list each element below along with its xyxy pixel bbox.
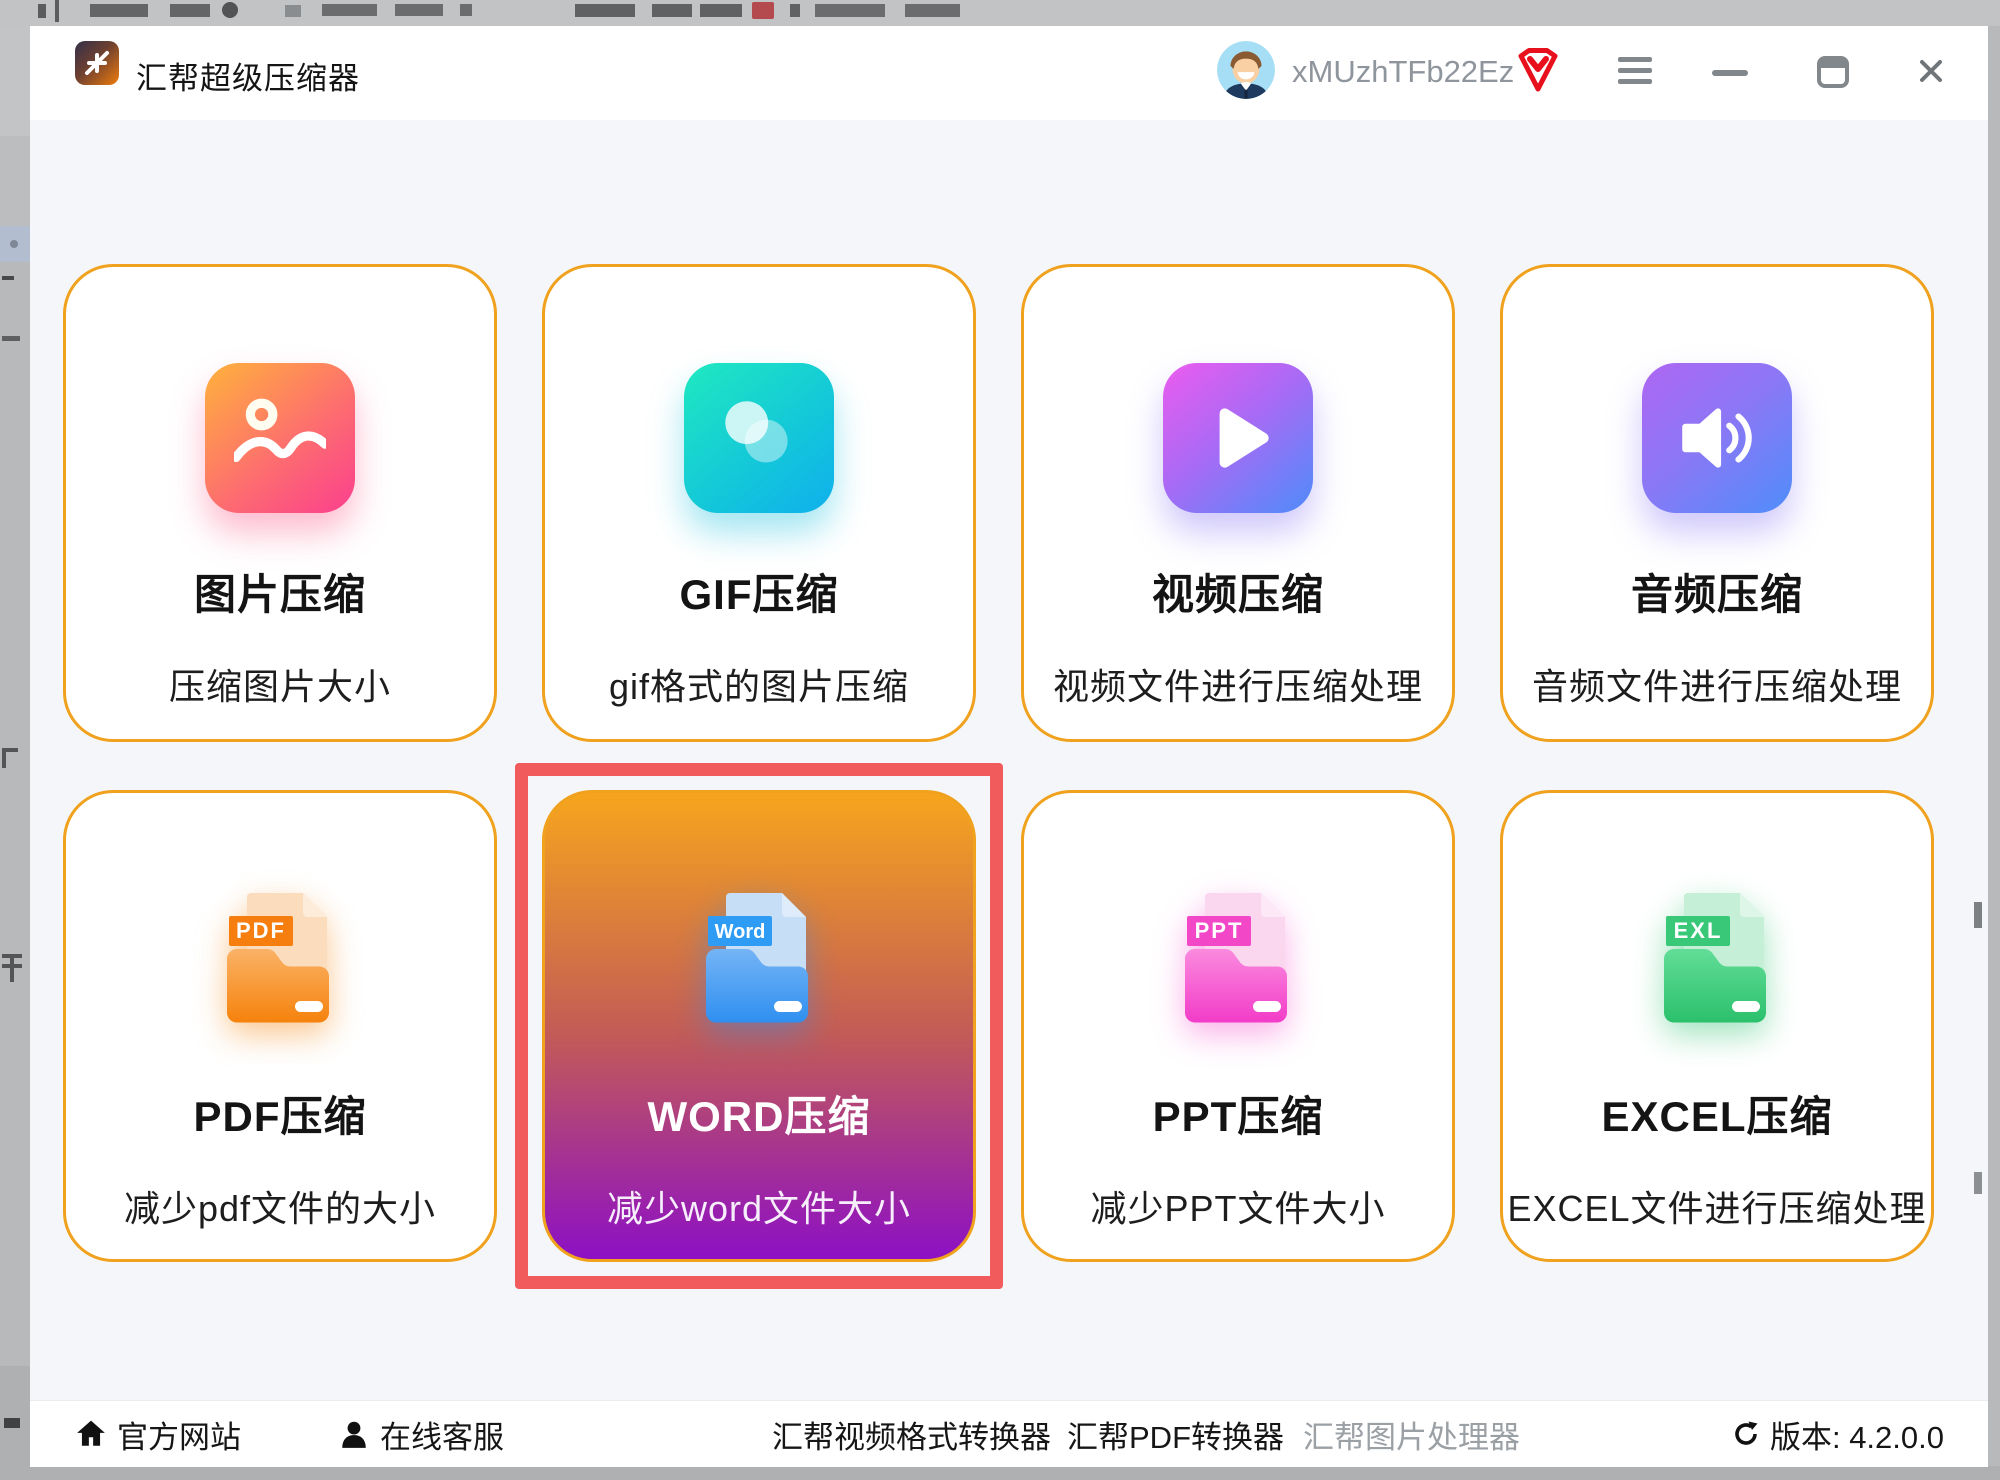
background-window-edge-fragments <box>1972 120 1986 1400</box>
card-cell: 视频压缩 视频文件进行压缩处理 <box>1021 264 1455 742</box>
close-icon[interactable] <box>1914 54 1948 88</box>
video-converter-label: 汇帮视频格式转换器 <box>772 1412 1051 1457</box>
card-cell: EXL EXCEL压缩 EXCEL文件进行压缩处理 <box>1500 790 1934 1262</box>
image-processor-link[interactable]: 汇帮图片处理器 <box>1303 1401 1520 1467</box>
official-website-link[interactable]: 官方网站 <box>75 1401 241 1467</box>
card-cell: 图片压缩 压缩图片大小 <box>63 264 497 742</box>
user-avatar[interactable] <box>1217 41 1275 99</box>
vip-badge-icon[interactable] <box>1514 47 1562 93</box>
audio-speaker-icon <box>1642 363 1792 513</box>
card-subtitle: 减少pdf文件的大小 <box>124 1180 436 1232</box>
card-subtitle: 减少word文件大小 <box>607 1180 911 1232</box>
refresh-icon[interactable] <box>1732 1420 1760 1448</box>
gif-icon <box>684 363 834 513</box>
card-cell: PPT PPT压缩 减少PPT文件大小 <box>1021 790 1455 1262</box>
ppt-folder-icon: PPT <box>1163 885 1313 1035</box>
card-cell: GIF压缩 gif格式的图片压缩 <box>542 264 976 742</box>
maximize-icon[interactable] <box>1816 55 1850 89</box>
card-ppt-compress[interactable]: PPT PPT压缩 减少PPT文件大小 <box>1021 790 1455 1262</box>
folder-badge-label: PDF <box>236 918 286 943</box>
version-info: 版本: 4.2.0.0 <box>1732 1401 1944 1467</box>
background-window-top-sliver <box>0 0 2000 26</box>
footer-bar: 官方网站 在线客服 汇帮视频格式转换器 汇帮PDF转换器 汇帮图片处理器 版本:… <box>30 1400 1988 1467</box>
home-icon <box>75 1418 107 1450</box>
card-subtitle: 压缩图片大小 <box>169 658 391 710</box>
main-content: 图片压缩 压缩图片大小 GIF压缩 gif格式的图片压缩 <box>30 120 1988 1400</box>
excel-folder-icon: EXL <box>1642 885 1792 1035</box>
folder-badge-label: Word <box>715 921 766 943</box>
background-window-left-fragments <box>0 26 30 1480</box>
card-cell: Word WORD压缩 减少word文件大小 <box>542 790 976 1262</box>
card-title: 视频压缩 <box>1152 561 1324 622</box>
pdf-converter-label: 汇帮PDF转换器 <box>1067 1412 1284 1457</box>
card-word-compress[interactable]: Word WORD压缩 减少word文件大小 <box>542 790 976 1262</box>
card-audio-compress[interactable]: 音频压缩 音频文件进行压缩处理 <box>1500 264 1934 742</box>
card-subtitle: EXCEL文件进行压缩处理 <box>1507 1180 1926 1232</box>
video-play-icon <box>1163 363 1313 513</box>
card-pdf-compress[interactable]: PDF PDF压缩 减少pdf文件的大小 <box>63 790 497 1262</box>
card-excel-compress[interactable]: EXL EXCEL压缩 EXCEL文件进行压缩处理 <box>1500 790 1934 1262</box>
card-cell: 音频压缩 音频文件进行压缩处理 <box>1500 264 1934 742</box>
titlebar: 汇帮超级压缩器 xMUzhTFb22Ez <box>30 26 1988 120</box>
background-window-bottom-sliver <box>0 1466 2000 1480</box>
card-title: 图片压缩 <box>194 561 366 622</box>
card-subtitle: 音频文件进行压缩处理 <box>1532 658 1902 710</box>
card-title: GIF压缩 <box>680 561 839 622</box>
card-title: 音频压缩 <box>1631 561 1803 622</box>
card-title: EXCEL压缩 <box>1601 1083 1832 1144</box>
folder-badge-label: EXL <box>1674 918 1723 943</box>
tool-grid: 图片压缩 压缩图片大小 GIF压缩 gif格式的图片压缩 <box>63 264 1934 1262</box>
minimize-icon[interactable] <box>1712 70 1748 76</box>
card-gif-compress[interactable]: GIF压缩 gif格式的图片压缩 <box>542 264 976 742</box>
video-converter-link[interactable]: 汇帮视频格式转换器 <box>772 1401 1051 1467</box>
card-subtitle: 视频文件进行压缩处理 <box>1053 658 1423 710</box>
card-image-compress[interactable]: 图片压缩 压缩图片大小 <box>63 264 497 742</box>
image-processor-label: 汇帮图片处理器 <box>1303 1412 1520 1457</box>
menu-icon[interactable] <box>1618 57 1656 87</box>
card-title: WORD压缩 <box>648 1083 871 1144</box>
official-website-label: 官方网站 <box>117 1412 241 1457</box>
background-window-left-sliver <box>0 26 30 1480</box>
username: xMUzhTFb22Ez <box>1292 54 1514 90</box>
background-window-fragments <box>0 0 2000 26</box>
app-window: 汇帮超级压缩器 xMUzhTFb22Ez <box>30 26 1988 1466</box>
card-title: PPT压缩 <box>1153 1083 1324 1144</box>
word-folder-icon: Word <box>684 885 834 1035</box>
card-subtitle: 减少PPT文件大小 <box>1090 1180 1385 1232</box>
card-cell: PDF PDF压缩 减少pdf文件的大小 <box>63 790 497 1262</box>
card-video-compress[interactable]: 视频压缩 视频文件进行压缩处理 <box>1021 264 1455 742</box>
version-label: 版本: 4.2.0.0 <box>1770 1412 1944 1457</box>
background-window-right-sliver <box>1988 26 2000 1480</box>
card-title: PDF压缩 <box>193 1083 366 1144</box>
folder-badge-label: PPT <box>1195 918 1244 943</box>
person-icon <box>338 1418 370 1450</box>
online-service-link[interactable]: 在线客服 <box>338 1401 504 1467</box>
image-icon <box>205 363 355 513</box>
app-logo-compress-icon <box>75 41 119 85</box>
pdf-converter-link[interactable]: 汇帮PDF转换器 <box>1067 1401 1284 1467</box>
online-service-label: 在线客服 <box>380 1412 504 1457</box>
app-title: 汇帮超级压缩器 <box>136 53 360 98</box>
pdf-folder-icon: PDF <box>205 885 355 1035</box>
card-subtitle: gif格式的图片压缩 <box>609 658 909 710</box>
